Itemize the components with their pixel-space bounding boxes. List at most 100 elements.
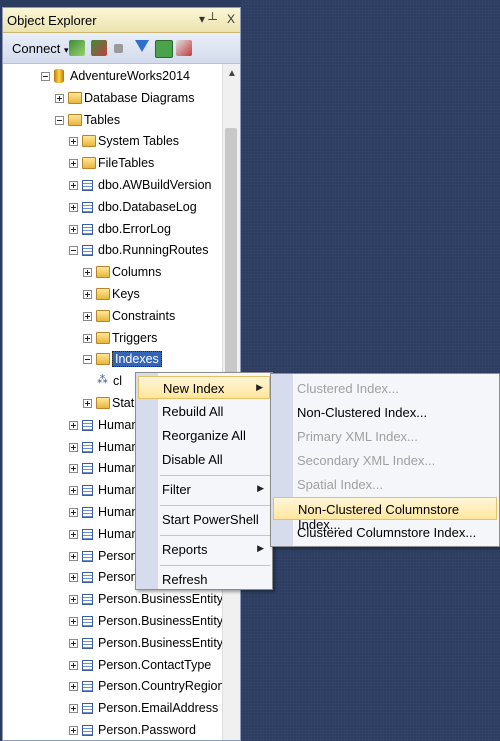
tree-node[interactable]: dbo.AWBuildVersion bbox=[3, 175, 225, 197]
tree-node[interactable]: AdventureWorks2014 bbox=[3, 66, 225, 88]
expand-icon[interactable] bbox=[69, 638, 78, 648]
tree-node[interactable]: dbo.DatabaseLog bbox=[3, 197, 225, 219]
tree-node-label: dbo.DatabaseLog bbox=[98, 199, 197, 214]
expand-icon[interactable] bbox=[69, 508, 78, 517]
tree-node[interactable]: System Tables bbox=[3, 131, 225, 153]
expand-icon[interactable] bbox=[69, 529, 78, 539]
tree-node[interactable]: Person.EmailAddress bbox=[3, 698, 225, 720]
collapse-icon[interactable] bbox=[83, 355, 92, 365]
collapse-icon[interactable] bbox=[41, 72, 50, 81]
table-icon bbox=[82, 725, 93, 736]
submenu-item-primary-xml-index[interactable]: Primary XML Index... bbox=[273, 425, 497, 448]
tree-node-label: Person.Password bbox=[98, 723, 196, 737]
menu-separator bbox=[160, 535, 270, 536]
expand-icon[interactable] bbox=[69, 442, 78, 452]
expand-icon[interactable] bbox=[69, 420, 78, 430]
connect-object-explorer-icon[interactable] bbox=[69, 40, 85, 56]
database-icon bbox=[54, 69, 64, 83]
context_menu-item-start-powershell[interactable]: Start PowerShell bbox=[138, 508, 270, 531]
context_menu-item-filter[interactable]: Filter ▶ bbox=[138, 478, 270, 501]
tree-node-label: Human bbox=[98, 526, 139, 541]
tree-node-label: Person.ContactType bbox=[98, 657, 212, 672]
expand-icon[interactable] bbox=[55, 93, 64, 103]
tree-node[interactable]: Columns bbox=[3, 262, 225, 284]
table-icon bbox=[82, 419, 93, 431]
tree-node[interactable]: FileTables bbox=[3, 153, 225, 175]
expand-icon[interactable] bbox=[69, 726, 78, 735]
menu-item-label: Refresh bbox=[162, 572, 208, 587]
new-index-submenu: Clustered Index... Non-Clustered Index...… bbox=[270, 373, 500, 547]
expand-icon[interactable] bbox=[69, 464, 78, 474]
context_menu-item-reorganize-all[interactable]: Reorganize All bbox=[138, 424, 270, 447]
expand-icon[interactable] bbox=[83, 290, 92, 299]
expand-icon[interactable] bbox=[69, 595, 78, 605]
expand-icon[interactable] bbox=[69, 486, 78, 496]
expand-icon[interactable] bbox=[83, 311, 92, 321]
tree-node[interactable]: Keys bbox=[3, 284, 225, 306]
close-icon[interactable]: X bbox=[227, 12, 235, 26]
disconnect-icon[interactable] bbox=[91, 40, 107, 56]
folder-icon bbox=[82, 157, 96, 170]
tree-node[interactable]: dbo.RunningRoutes bbox=[3, 240, 225, 262]
scrollbar-thumb[interactable] bbox=[225, 128, 237, 378]
tree-node-label: dbo.RunningRoutes bbox=[98, 243, 209, 258]
submenu-item-clustered-columnstore-index[interactable]: Clustered Columnstore Index... bbox=[273, 521, 497, 544]
submenu-item-non-clustered-index[interactable]: Non-Clustered Index... bbox=[273, 401, 497, 424]
table-icon bbox=[82, 594, 93, 606]
expand-icon[interactable] bbox=[69, 159, 78, 169]
tree-node[interactable]: Person.ContactType bbox=[3, 655, 225, 677]
tree-node[interactable]: Person.CountryRegion bbox=[3, 676, 225, 698]
expand-icon[interactable] bbox=[69, 224, 78, 234]
pin-icon[interactable]: ▾ ┴ bbox=[199, 12, 217, 26]
tree-node[interactable]: Database Diagrams bbox=[3, 88, 225, 110]
refresh-icon[interactable] bbox=[155, 40, 173, 58]
context_menu-item-refresh[interactable]: Refresh bbox=[138, 568, 270, 591]
tree-node[interactable]: dbo.ErrorLog bbox=[3, 219, 225, 241]
tree-node[interactable]: Constraints bbox=[3, 306, 225, 328]
expand-icon[interactable] bbox=[69, 660, 78, 670]
expand-icon[interactable] bbox=[69, 137, 78, 147]
context_menu-item-new-index[interactable]: New Index ▶ bbox=[138, 376, 270, 399]
expand-icon[interactable] bbox=[83, 399, 92, 408]
menu-separator bbox=[160, 505, 270, 506]
tree-node[interactable]: Triggers bbox=[3, 328, 225, 350]
index-icon: ⁂ bbox=[97, 374, 108, 387]
tree-node[interactable]: Indexes bbox=[3, 349, 225, 371]
expand-icon[interactable] bbox=[69, 551, 78, 561]
tree-node[interactable]: Person.BusinessEntity bbox=[3, 589, 225, 611]
expand-icon[interactable] bbox=[69, 617, 78, 626]
expand-icon[interactable] bbox=[69, 202, 78, 212]
submenu-item-spatial-index[interactable]: Spatial Index... bbox=[273, 473, 497, 496]
expand-icon[interactable] bbox=[69, 573, 78, 583]
tree-node-label: Tables bbox=[84, 112, 121, 127]
filter-icon[interactable] bbox=[135, 40, 149, 52]
submenu-item-secondary-xml-index[interactable]: Secondary XML Index... bbox=[273, 449, 497, 472]
expand-icon[interactable] bbox=[69, 682, 78, 692]
collapse-icon[interactable] bbox=[69, 246, 78, 256]
folder-icon bbox=[68, 91, 82, 104]
table-icon bbox=[82, 223, 93, 235]
tree-node[interactable]: Person.Password bbox=[3, 720, 225, 740]
submenu-item-non-clustered-columnstore-index[interactable]: Non-Clustered Columnstore Index... bbox=[273, 497, 497, 532]
table-icon bbox=[82, 550, 93, 562]
expand-icon[interactable] bbox=[69, 181, 78, 190]
submenu-item-clustered-index[interactable]: Clustered Index... bbox=[273, 377, 497, 400]
tree-node[interactable]: Person.BusinessEntityAddr bbox=[3, 611, 225, 633]
context_menu-item-reports[interactable]: Reports ▶ bbox=[138, 538, 270, 561]
summary-icon[interactable] bbox=[176, 40, 192, 56]
tree-node[interactable]: Tables bbox=[3, 110, 225, 132]
context_menu-item-rebuild-all[interactable]: Rebuild All bbox=[138, 400, 270, 423]
expand-icon[interactable] bbox=[83, 333, 92, 343]
tree-node-label: Database Diagrams bbox=[84, 90, 195, 105]
scroll-up-icon[interactable]: ▲ bbox=[227, 68, 237, 79]
menu-item-label: Rebuild All bbox=[162, 404, 224, 419]
expand-icon[interactable] bbox=[69, 704, 78, 714]
folder-icon bbox=[96, 353, 110, 366]
collapse-icon[interactable] bbox=[55, 115, 64, 125]
expand-icon[interactable] bbox=[83, 268, 92, 278]
context_menu-item-disable-all[interactable]: Disable All bbox=[138, 448, 270, 471]
stop-icon[interactable] bbox=[114, 44, 123, 53]
tree-node[interactable]: Person.BusinessEntityConta bbox=[3, 633, 225, 655]
table-icon bbox=[82, 201, 93, 213]
connect-button[interactable]: Connect ▾ bbox=[12, 41, 69, 56]
